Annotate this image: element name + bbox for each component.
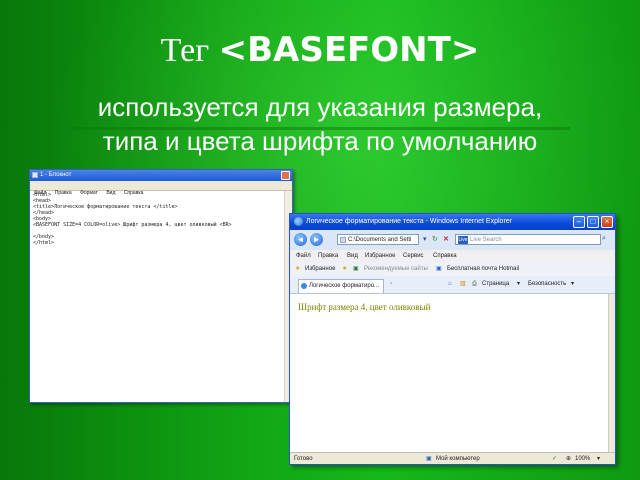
search-input[interactable]: Live Live Search	[455, 234, 601, 245]
page-menu-arrow-icon[interactable]: ▾	[517, 276, 520, 293]
address-input[interactable]: C:\Documents and Setti	[337, 234, 419, 245]
forward-arrow-icon[interactable]: ►	[310, 233, 323, 246]
code-line: </html>	[33, 240, 55, 246]
ie-page-content: Шрифт размера 4, цвет оливковый	[290, 294, 608, 452]
notepad-title: 1 - Блокнот	[40, 172, 72, 178]
notepad-icon	[32, 172, 38, 178]
maximize-button[interactable]: □	[587, 216, 599, 228]
hotmail-link[interactable]: Бесплатная почта Hotmail	[447, 262, 519, 276]
zoom-arrow-icon[interactable]: ▾	[597, 453, 600, 464]
ie-menu-view[interactable]: Вид	[347, 250, 358, 262]
notepad-close-button[interactable]	[281, 171, 290, 180]
ie-window: Логическое форматирование текста - Windo…	[289, 213, 616, 465]
hotmail-icon: ▣	[436, 266, 442, 272]
notepad-window: 1 - Блокнот Файл Правка Формат Вид Справ…	[29, 169, 293, 403]
dropdown-arrow-icon[interactable]: ▾	[423, 235, 427, 244]
page-menu[interactable]: Страница	[482, 276, 509, 293]
safety-menu[interactable]: Безопасность	[528, 276, 566, 293]
ie-logo-icon	[294, 217, 303, 226]
suggested-sites-icon: ▣	[353, 266, 359, 272]
notepad-text-area[interactable]: <html> <head> <title>Логическое форматиров…	[33, 192, 232, 246]
subtitle-line-1: используется для указания размера,	[97, 92, 543, 122]
zone-text: Мой компьютер	[436, 456, 480, 462]
title-prefix: Тег	[160, 32, 210, 69]
home-icon[interactable]: ⌂	[448, 276, 452, 293]
print-icon[interactable]: ⎙	[472, 276, 477, 293]
title-tag: <BASEFONT>	[218, 30, 480, 70]
favorites-star-icon: ★	[295, 266, 301, 272]
notepad-menubar: Файл Правка Формат Вид Справка	[30, 181, 292, 196]
zoom-icon[interactable]: ⊕	[566, 453, 571, 464]
search-placeholder: Live Search	[470, 237, 502, 243]
favorites-button[interactable]: Избранное	[305, 262, 335, 276]
slide-subtitle: используется для указания размера, типа …	[0, 90, 640, 158]
ie-scrollbar[interactable]	[608, 294, 615, 452]
ie-menu-tools[interactable]: Сервис	[403, 250, 424, 262]
status-text: Готово	[294, 456, 313, 462]
suggested-sites-link[interactable]: Рекомендуемые сайты	[364, 262, 428, 276]
refresh-icon[interactable]: ↻	[432, 235, 438, 244]
ie-address-bar: ◄ ► C:\Documents and Setti ▾ ↻ ✕ Live Li…	[290, 230, 615, 251]
live-search-logo: Live	[458, 236, 468, 244]
safety-menu-arrow-icon[interactable]: ▾	[571, 276, 574, 293]
address-value: C:\Documents and Setti	[348, 237, 412, 243]
new-tab-icon[interactable]: ▫	[390, 276, 392, 293]
protected-mode-icon[interactable]: ✓	[552, 453, 557, 464]
ie-statusbar: Готово ▣ Мой компьютер ✓ ⊕ 100% ▾	[290, 452, 615, 464]
notepad-titlebar[interactable]: 1 - Блокнот	[30, 170, 292, 181]
minimize-button[interactable]: –	[573, 216, 585, 228]
ie-menu-help[interactable]: Справка	[433, 250, 457, 262]
divider-bar	[70, 127, 570, 130]
ie-menu-favorites[interactable]: Избранное	[365, 250, 395, 262]
close-button[interactable]: ×	[601, 216, 613, 228]
back-arrow-icon[interactable]: ◄	[294, 233, 307, 246]
ie-title: Логическое форматирование текста - Windo…	[306, 218, 513, 225]
feeds-icon[interactable]: ▥	[460, 276, 466, 293]
ie-tab-row: Логическое форматиро... ▫ ⌂ ▥ ⎙ Страница…	[290, 276, 615, 294]
ie-menu-file[interactable]: Файл	[296, 250, 311, 262]
add-favorite-icon[interactable]: ★	[342, 262, 347, 276]
code-line: <BASEFONT SIZE=4 COLOR=olive> Шрифт разм…	[33, 222, 232, 228]
page-text: Шрифт размера 4, цвет оливковый	[298, 302, 431, 312]
ie-titlebar[interactable]: Логическое форматирование текста - Windo…	[290, 214, 615, 230]
stop-icon[interactable]: ✕	[443, 235, 449, 244]
page-icon	[340, 237, 346, 243]
slide-title: Тег <BASEFONT>	[0, 30, 640, 71]
tab-page-icon	[301, 283, 307, 289]
ie-menu-edit[interactable]: Правка	[318, 250, 338, 262]
tab-label: Логическое форматиро...	[309, 283, 380, 289]
tab-logical-formatting[interactable]: Логическое форматиро...	[298, 279, 384, 293]
ie-favorites-bar: ★ Избранное ★ ▣ Рекомендуемые сайты ▣ Бе…	[290, 262, 615, 277]
zoom-level[interactable]: 100%	[575, 453, 590, 464]
search-icon[interactable]: ⌕	[602, 235, 606, 243]
computer-icon: ▣	[426, 456, 432, 462]
